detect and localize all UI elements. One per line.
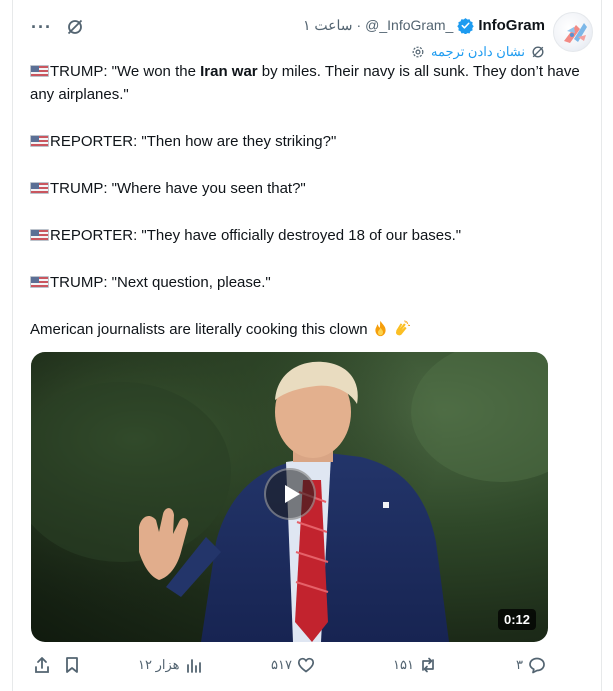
quote-line: TRUMP: "Next question, please." <box>30 271 590 294</box>
play-button[interactable] <box>264 468 316 520</box>
views-chart-icon <box>186 659 201 673</box>
tweet-text: TRUMP: "We won the Iran war by miles. Th… <box>30 60 590 365</box>
us-flag-icon <box>30 65 49 77</box>
reply-button[interactable]: ۳ <box>516 652 546 678</box>
share-button[interactable] <box>33 652 51 678</box>
repost-icon <box>422 657 434 673</box>
author-row: InfoGram @_InfoGram_ · ۱ ساعت <box>303 14 545 36</box>
bookmark-button[interactable] <box>63 652 81 678</box>
repost-button[interactable]: ۱۵۱ <box>393 652 437 678</box>
author-name[interactable]: InfoGram <box>478 17 545 34</box>
quote-text: REPORTER: "Then how are they striking?" <box>50 133 337 150</box>
quote-line: TRUMP: "Where have you seen that?" <box>30 177 590 200</box>
grok-action-icon[interactable] <box>66 18 84 36</box>
closing-text: American journalists are literally cooki… <box>30 321 368 338</box>
reply-count: ۳ <box>516 657 523 672</box>
share-icon <box>35 657 49 673</box>
tweet-header: InfoGram @_InfoGram_ · ۱ ساعت نشان دادن … <box>13 8 601 62</box>
separator: · <box>356 17 362 33</box>
us-flag-icon <box>30 276 49 288</box>
video-player[interactable]: 0:12 <box>31 352 548 642</box>
bookmark-icon <box>66 657 78 673</box>
author-handle[interactable]: @_InfoGram_ <box>365 17 453 33</box>
more-options-icon[interactable]: ··· <box>31 18 52 36</box>
quote-bold-text: Iran war <box>200 63 258 80</box>
like-button[interactable]: ۵۱۷ <box>271 652 315 678</box>
us-flag-icon <box>30 182 49 194</box>
fire-emoji-icon <box>375 320 386 337</box>
action-bar: ۱۲ هزار ۵۱۷ ۱۵۱ ۳ <box>13 652 601 678</box>
tweet-card: InfoGram @_InfoGram_ · ۱ ساعت نشان دادن … <box>12 0 602 691</box>
us-flag-icon <box>30 135 49 147</box>
quote-text: TRUMP: "We won the <box>50 63 201 80</box>
quote-text: TRUMP: "Where have you seen that?" <box>50 180 306 197</box>
heart-icon <box>297 657 315 673</box>
translate-row[interactable]: نشان دادن ترجمه <box>411 42 545 62</box>
us-flag-icon <box>30 229 49 241</box>
quote-line: REPORTER: "They have officially destroye… <box>30 224 590 247</box>
quote-line: TRUMP: "We won the Iran war by miles. Th… <box>30 60 590 106</box>
play-icon <box>285 485 300 503</box>
header-actions: ··· <box>31 18 84 36</box>
quote-text: REPORTER: "They have officially destroye… <box>50 227 462 244</box>
post-time[interactable]: ۱ ساعت <box>303 17 353 34</box>
views-count: ۱۲ هزار <box>138 657 180 672</box>
verified-badge-icon <box>457 17 475 34</box>
quote-line: REPORTER: "Then how are they striking?" <box>30 130 590 153</box>
grok-icon <box>532 46 544 58</box>
reply-icon <box>529 657 545 674</box>
avatar[interactable] <box>553 12 593 52</box>
views-button[interactable]: ۱۲ هزار <box>138 652 203 678</box>
quote-text: TRUMP: "Next question, please." <box>50 274 271 291</box>
repost-count: ۱۵۱ <box>393 657 414 672</box>
clapping-hands-emoji-icon <box>395 320 410 336</box>
like-count: ۵۱۷ <box>271 657 292 672</box>
video-duration: 0:12 <box>497 609 536 630</box>
show-translation-link[interactable]: نشان دادن ترجمه <box>431 44 525 60</box>
closing-line: American journalists are literally cooki… <box>30 318 590 341</box>
settings-gear-icon[interactable] <box>411 45 425 59</box>
